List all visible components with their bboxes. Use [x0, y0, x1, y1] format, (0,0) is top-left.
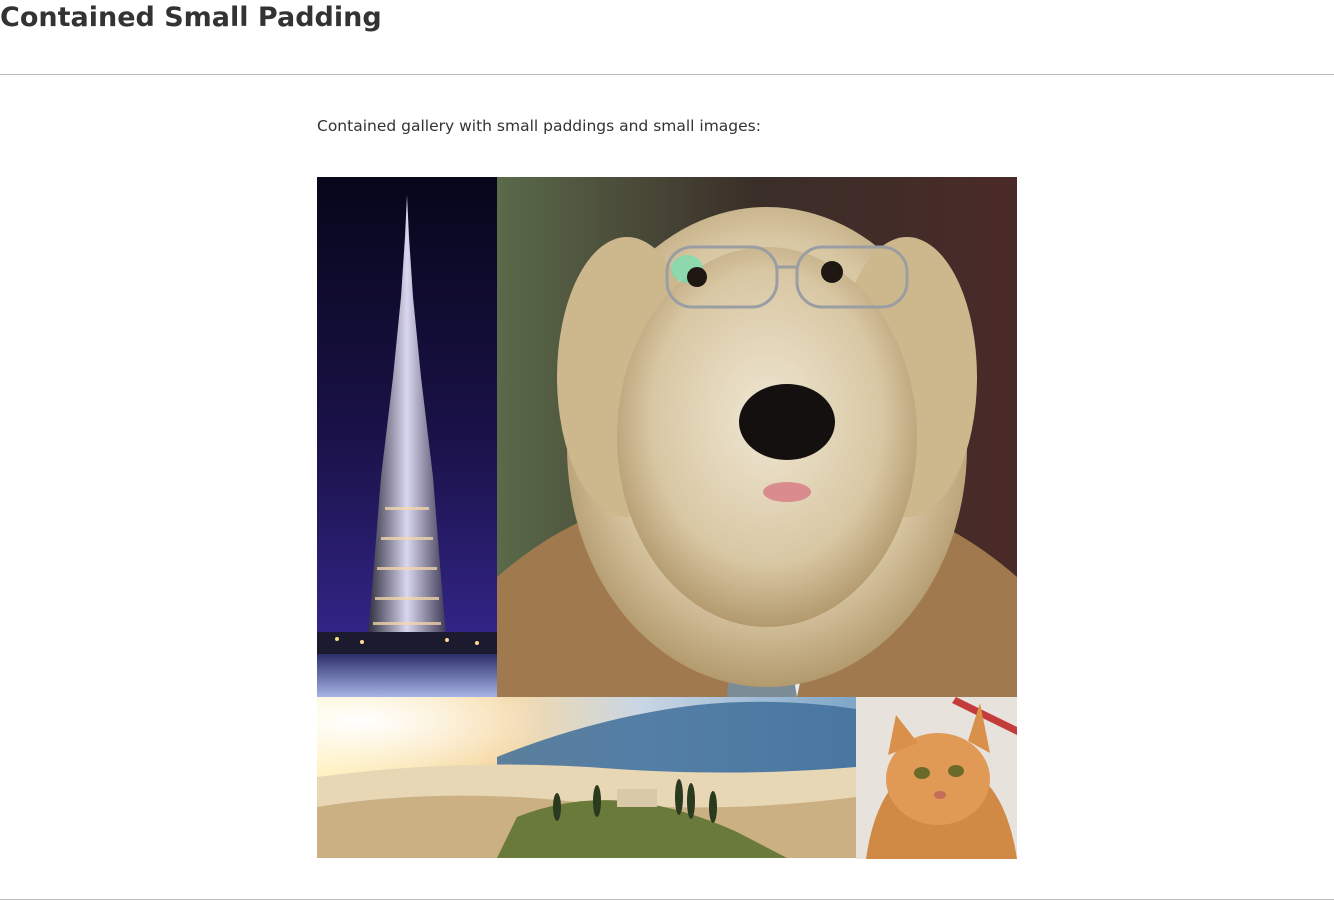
gallery-image-landscape[interactable]: [317, 697, 856, 858]
gallery-image-skyscraper[interactable]: [317, 177, 497, 697]
gallery-image-cat[interactable]: [856, 697, 1017, 859]
header-divider: [0, 74, 1334, 75]
image-gallery: [317, 177, 1017, 859]
gallery-image-dog[interactable]: [497, 177, 1017, 697]
gallery-intro-text: Contained gallery with small paddings an…: [317, 117, 761, 135]
page-title: Contained Small Padding: [0, 2, 382, 33]
